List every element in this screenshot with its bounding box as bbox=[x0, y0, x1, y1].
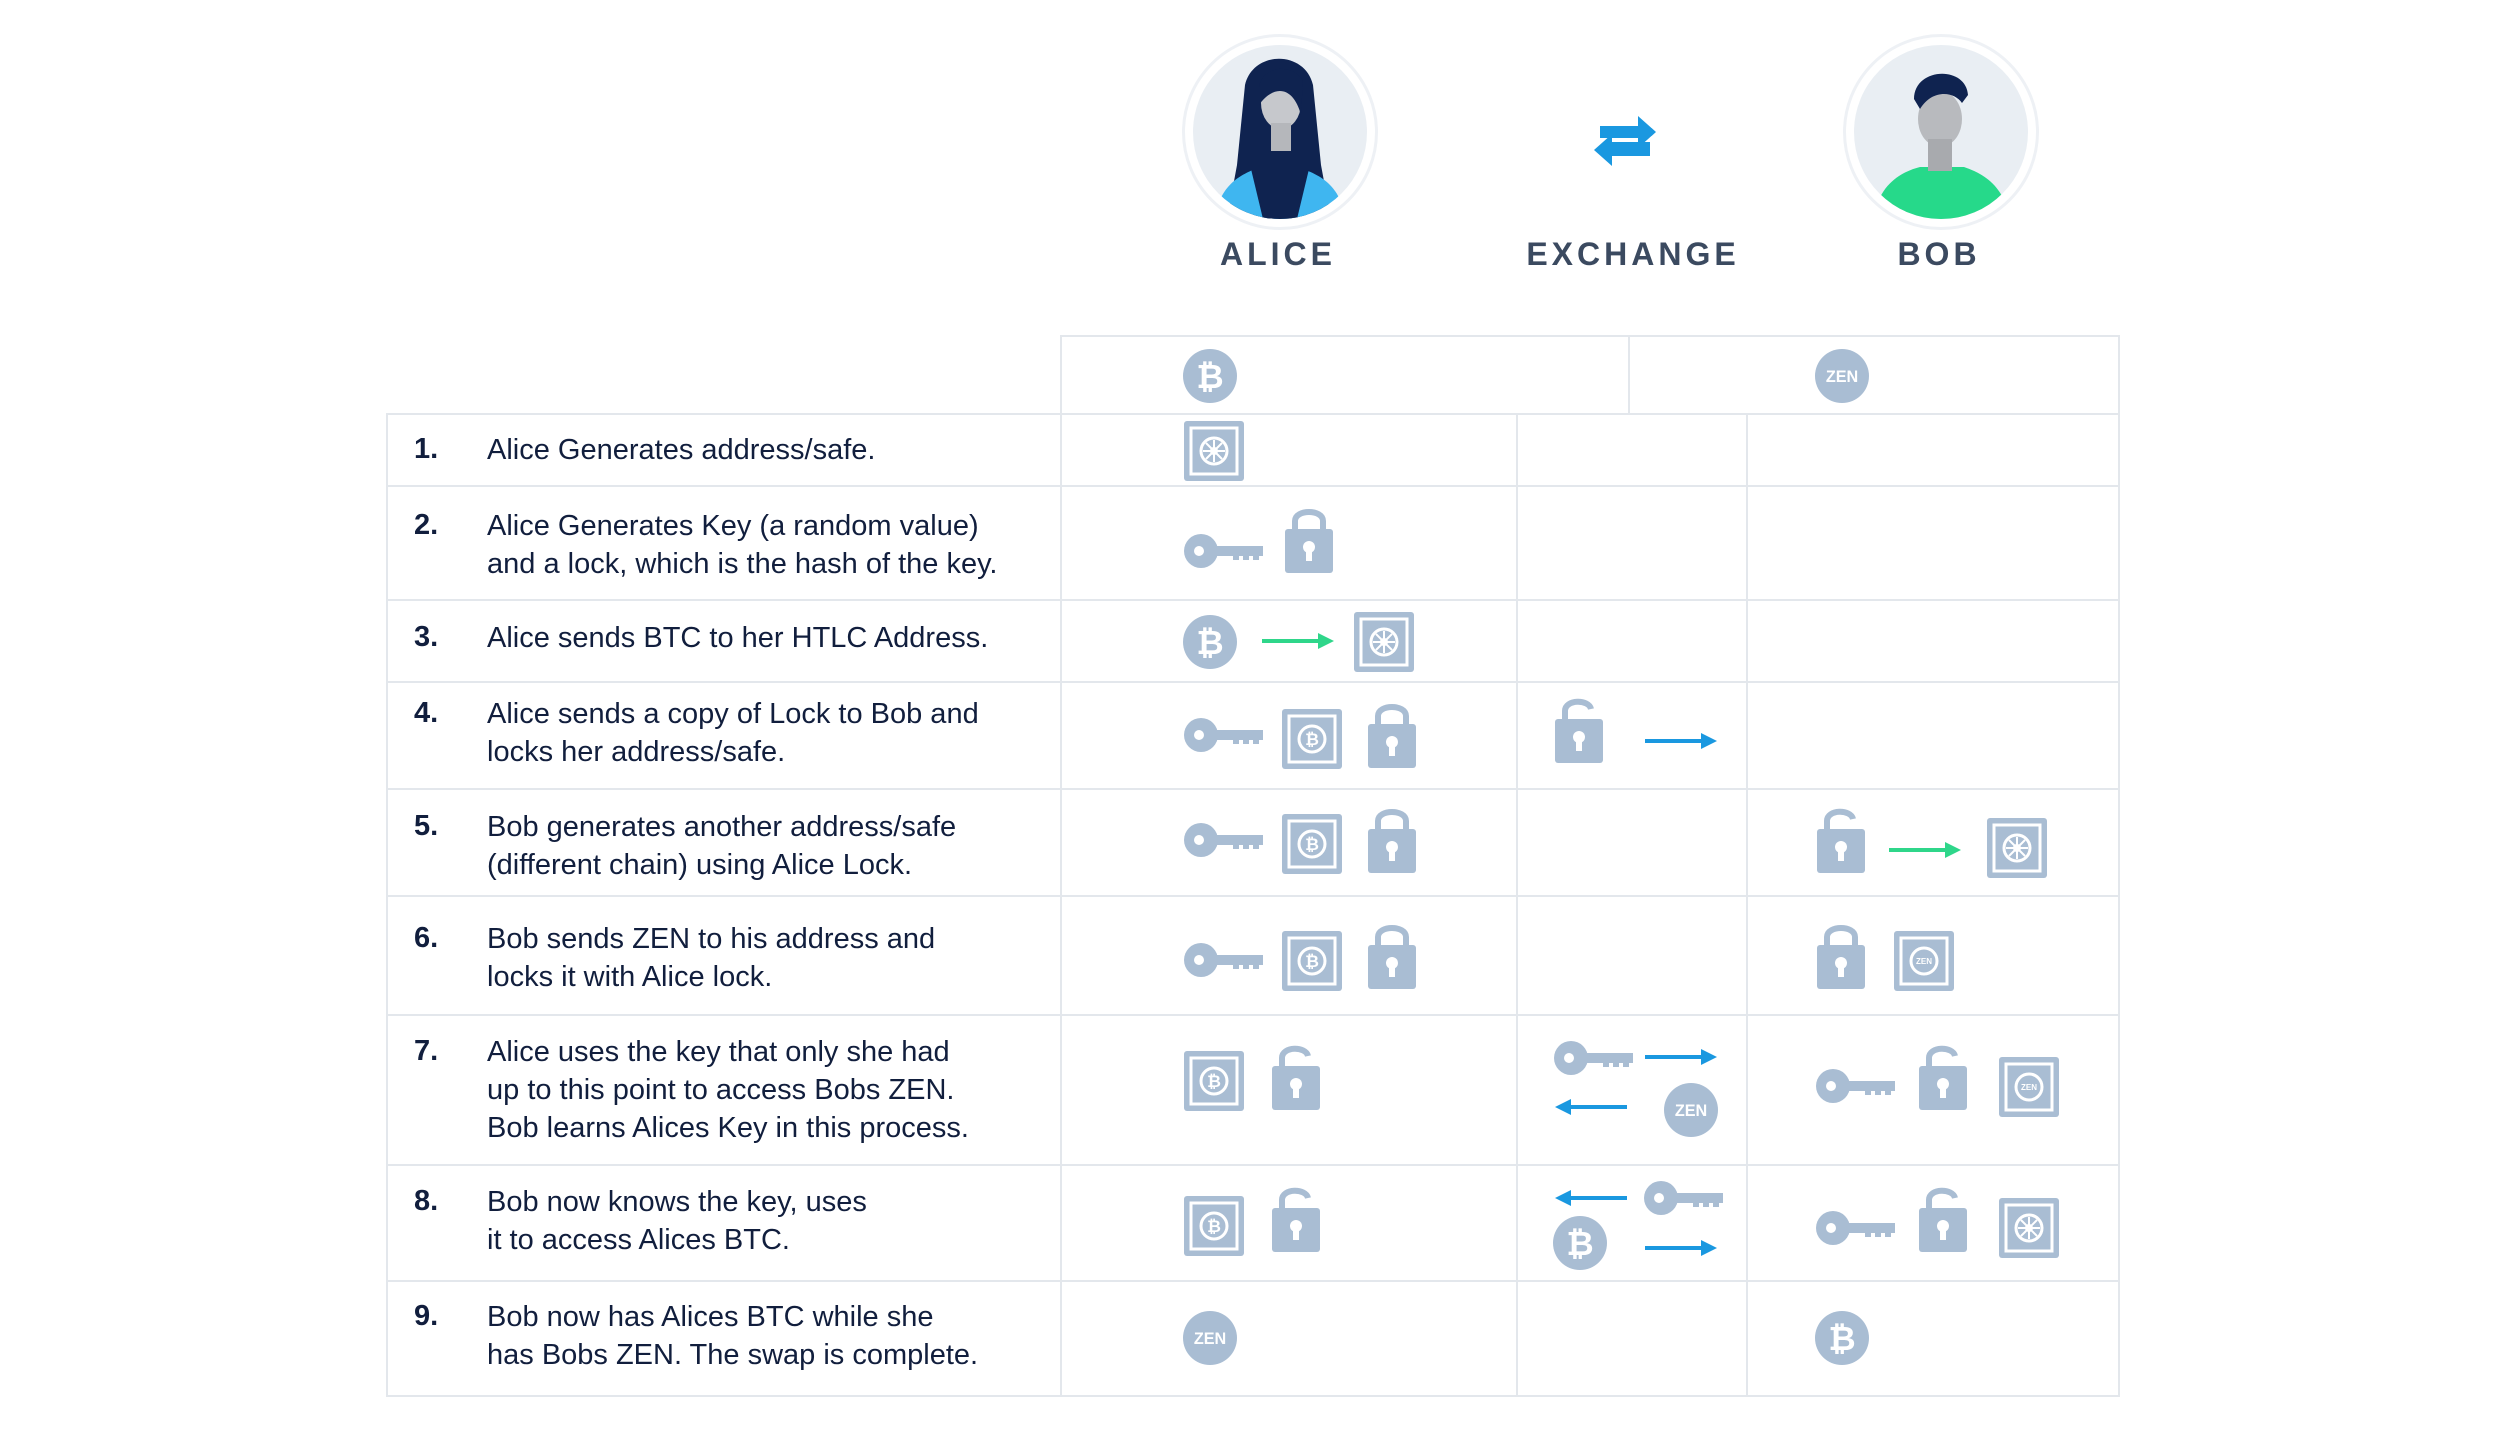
arrow-left-icon bbox=[1553, 1188, 1629, 1213]
col-divider bbox=[1516, 413, 1518, 1397]
exchange-arrows-icon bbox=[1590, 108, 1660, 173]
unlock-icon bbox=[1270, 1042, 1324, 1117]
lock-icon bbox=[1366, 805, 1420, 880]
step-description: Bob now knows the key, uses it to access … bbox=[487, 1186, 867, 1256]
key-icon bbox=[1183, 715, 1265, 760]
row-divider bbox=[386, 599, 2120, 601]
step-number: 8. bbox=[414, 1185, 439, 1217]
step-number: 1. bbox=[414, 433, 439, 465]
step-description: Alice uses the key that only she had up t… bbox=[487, 1036, 969, 1144]
bob-label: BOB bbox=[1897, 236, 1981, 272]
step-description: Alice sends BTC to her HTLC Address. bbox=[487, 622, 989, 654]
zen-coin-icon: ZEN bbox=[1815, 349, 1869, 408]
unlock-icon bbox=[1917, 1042, 1971, 1117]
alice-avatar bbox=[1182, 34, 1378, 230]
lock-icon bbox=[1283, 505, 1337, 580]
btc-coin-icon: ₿ bbox=[1183, 615, 1237, 674]
svg-text:₿: ₿ bbox=[1305, 835, 1319, 854]
svg-text:ZEN: ZEN bbox=[1194, 1330, 1226, 1348]
safe-icon bbox=[1183, 420, 1245, 487]
key-icon bbox=[1183, 820, 1265, 865]
step-number: 5. bbox=[414, 810, 439, 842]
zen-safe-icon: ZEN bbox=[1998, 1056, 2060, 1123]
zen-safe-icon: ZEN bbox=[1893, 930, 1955, 997]
step-description: Bob generates another address/safe (diffe… bbox=[487, 811, 957, 881]
arrow-right-icon bbox=[1643, 1047, 1719, 1072]
key-icon bbox=[1183, 940, 1265, 985]
arrow-right-icon bbox=[1260, 631, 1336, 656]
col-divider bbox=[1628, 335, 1630, 415]
step-number: 7. bbox=[414, 1035, 439, 1067]
btc-coin-icon: ₿ bbox=[1553, 1216, 1607, 1275]
unlock-icon bbox=[1917, 1184, 1971, 1259]
step-number: 3. bbox=[414, 621, 439, 653]
safe-icon bbox=[1353, 611, 1415, 678]
grid-left bbox=[386, 413, 388, 1397]
col-divider bbox=[1746, 413, 1748, 1397]
row-divider bbox=[386, 413, 2120, 415]
btc-safe-icon: ₿ bbox=[1281, 708, 1343, 775]
step-number: 4. bbox=[414, 697, 439, 729]
svg-text:₿: ₿ bbox=[1566, 1226, 1593, 1263]
grid-top bbox=[1060, 335, 2120, 337]
svg-text:₿: ₿ bbox=[1196, 359, 1223, 396]
zen-coin-icon: ZEN bbox=[1183, 1311, 1237, 1370]
arrow-right-icon bbox=[1643, 731, 1719, 756]
svg-text:₿: ₿ bbox=[1305, 730, 1319, 749]
row-divider bbox=[386, 1014, 2120, 1016]
btc-safe-icon: ₿ bbox=[1183, 1050, 1245, 1117]
lock-icon bbox=[1366, 700, 1420, 775]
step-number: 2. bbox=[414, 509, 439, 541]
step-description: Alice Generates Key (a random value) and … bbox=[487, 510, 998, 580]
btc-coin-icon: ₿ bbox=[1183, 349, 1237, 408]
btc-safe-icon: ₿ bbox=[1281, 930, 1343, 997]
lock-icon bbox=[1366, 921, 1420, 996]
arrow-right-icon bbox=[1643, 1238, 1719, 1263]
btc-safe-icon: ₿ bbox=[1281, 813, 1343, 880]
svg-text:₿: ₿ bbox=[1828, 1321, 1855, 1358]
row-divider bbox=[386, 788, 2120, 790]
key-icon bbox=[1643, 1178, 1725, 1223]
alice-label: ALICE bbox=[1220, 236, 1336, 272]
row-divider bbox=[386, 485, 2120, 487]
step-description: Bob now has Alices BTC while she has Bobs… bbox=[487, 1301, 979, 1371]
step-number: 9. bbox=[414, 1300, 439, 1332]
unlock-icon bbox=[1815, 805, 1869, 880]
svg-text:₿: ₿ bbox=[1207, 1072, 1221, 1091]
row-divider bbox=[386, 681, 2120, 683]
grid-bottom bbox=[386, 1395, 2120, 1397]
step-description: Alice Generates address/safe. bbox=[487, 434, 876, 466]
col-divider bbox=[1060, 335, 1062, 1397]
svg-text:ZEN: ZEN bbox=[2021, 1083, 2037, 1092]
key-icon bbox=[1815, 1066, 1897, 1111]
unlock-icon bbox=[1553, 695, 1607, 770]
arrow-left-icon bbox=[1553, 1097, 1629, 1122]
key-icon bbox=[1183, 531, 1265, 576]
arrow-right-icon bbox=[1887, 840, 1963, 865]
safe-icon bbox=[1986, 817, 2048, 884]
step-description: Bob sends ZEN to his address and locks it… bbox=[487, 923, 936, 993]
btc-safe-icon: ₿ bbox=[1183, 1195, 1245, 1262]
svg-text:ZEN: ZEN bbox=[1826, 368, 1858, 386]
step-description: Alice sends a copy of Lock to Bob and loc… bbox=[487, 698, 979, 768]
svg-text:₿: ₿ bbox=[1196, 625, 1223, 662]
key-icon bbox=[1553, 1038, 1635, 1083]
exchange-label: EXCHANGE bbox=[1526, 236, 1740, 272]
key-icon bbox=[1815, 1208, 1897, 1253]
svg-text:₿: ₿ bbox=[1207, 1217, 1221, 1236]
btc-coin-icon: ₿ bbox=[1815, 1311, 1869, 1370]
svg-text:₿: ₿ bbox=[1305, 952, 1319, 971]
row-divider bbox=[386, 895, 2120, 897]
zen-coin-icon: ZEN bbox=[1664, 1083, 1718, 1142]
lock-icon bbox=[1815, 921, 1869, 996]
svg-text:ZEN: ZEN bbox=[1916, 957, 1932, 966]
row-divider bbox=[386, 1280, 2120, 1282]
svg-text:ZEN: ZEN bbox=[1675, 1102, 1707, 1120]
unlock-icon bbox=[1270, 1184, 1324, 1259]
row-divider bbox=[386, 1164, 2120, 1166]
bob-avatar bbox=[1843, 34, 2039, 230]
step-number: 6. bbox=[414, 922, 439, 954]
grid-right bbox=[2118, 335, 2120, 1397]
safe-icon bbox=[1998, 1197, 2060, 1264]
